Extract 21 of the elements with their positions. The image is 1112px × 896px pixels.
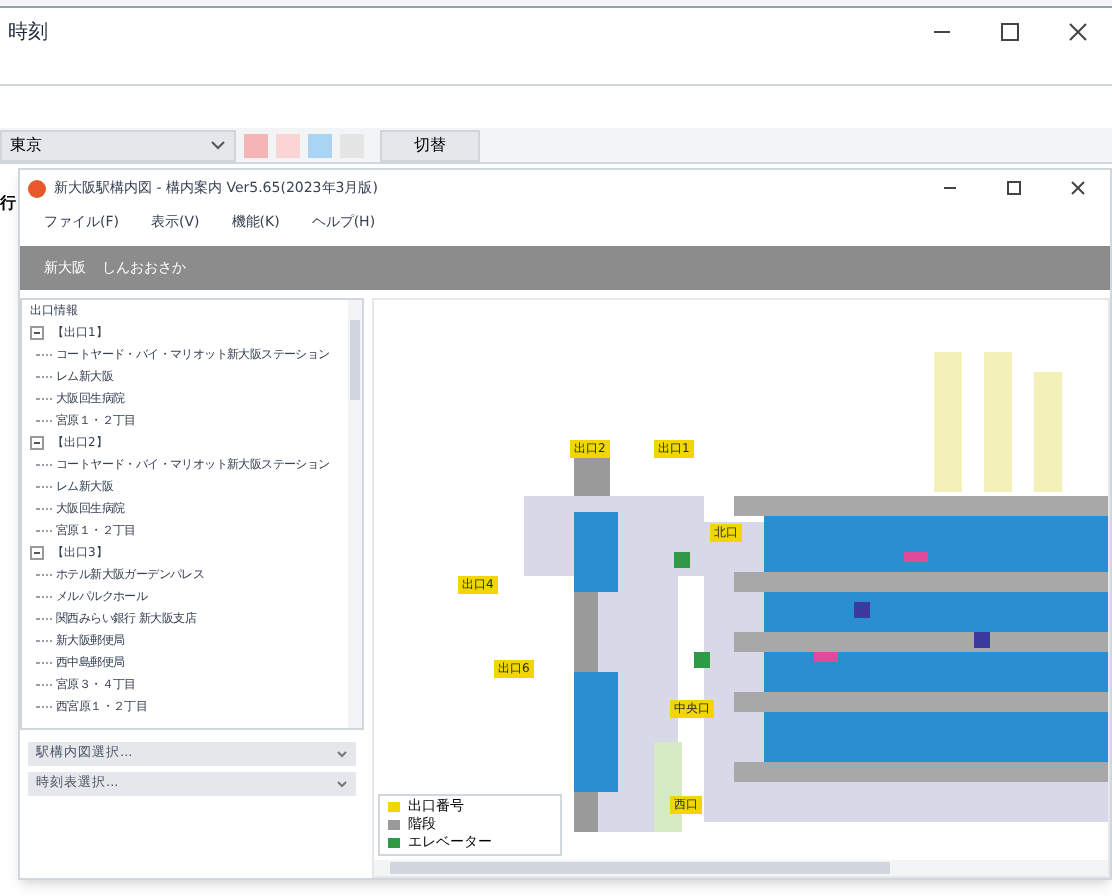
chevron-icon xyxy=(336,750,348,758)
fragment-text: 行 xyxy=(0,196,18,212)
window-title: 時刻 xyxy=(8,19,48,47)
app-logo-icon xyxy=(28,179,46,197)
color-swatch-icon[interactable] xyxy=(308,133,332,157)
collapse-icon[interactable] xyxy=(30,546,44,560)
legend-swatch-icon xyxy=(388,802,400,812)
switch-button[interactable]: 切替 xyxy=(380,129,480,161)
station-combo[interactable]: 東京 xyxy=(0,129,236,161)
close-icon[interactable] xyxy=(1070,180,1086,196)
chevron-icon xyxy=(336,780,348,788)
collapse-icon[interactable] xyxy=(30,436,44,450)
legend-swatch-icon xyxy=(388,838,400,848)
color-swatch-icon[interactable] xyxy=(244,133,268,157)
color-swatch-icon[interactable] xyxy=(276,133,300,157)
legend-swatch-icon xyxy=(388,820,400,830)
maximize-icon[interactable] xyxy=(1006,180,1022,196)
maximize-icon[interactable] xyxy=(1000,22,1020,42)
close-icon[interactable] xyxy=(1068,22,1088,42)
chevron-icon xyxy=(210,139,226,151)
collapse-icon[interactable] xyxy=(30,326,44,340)
